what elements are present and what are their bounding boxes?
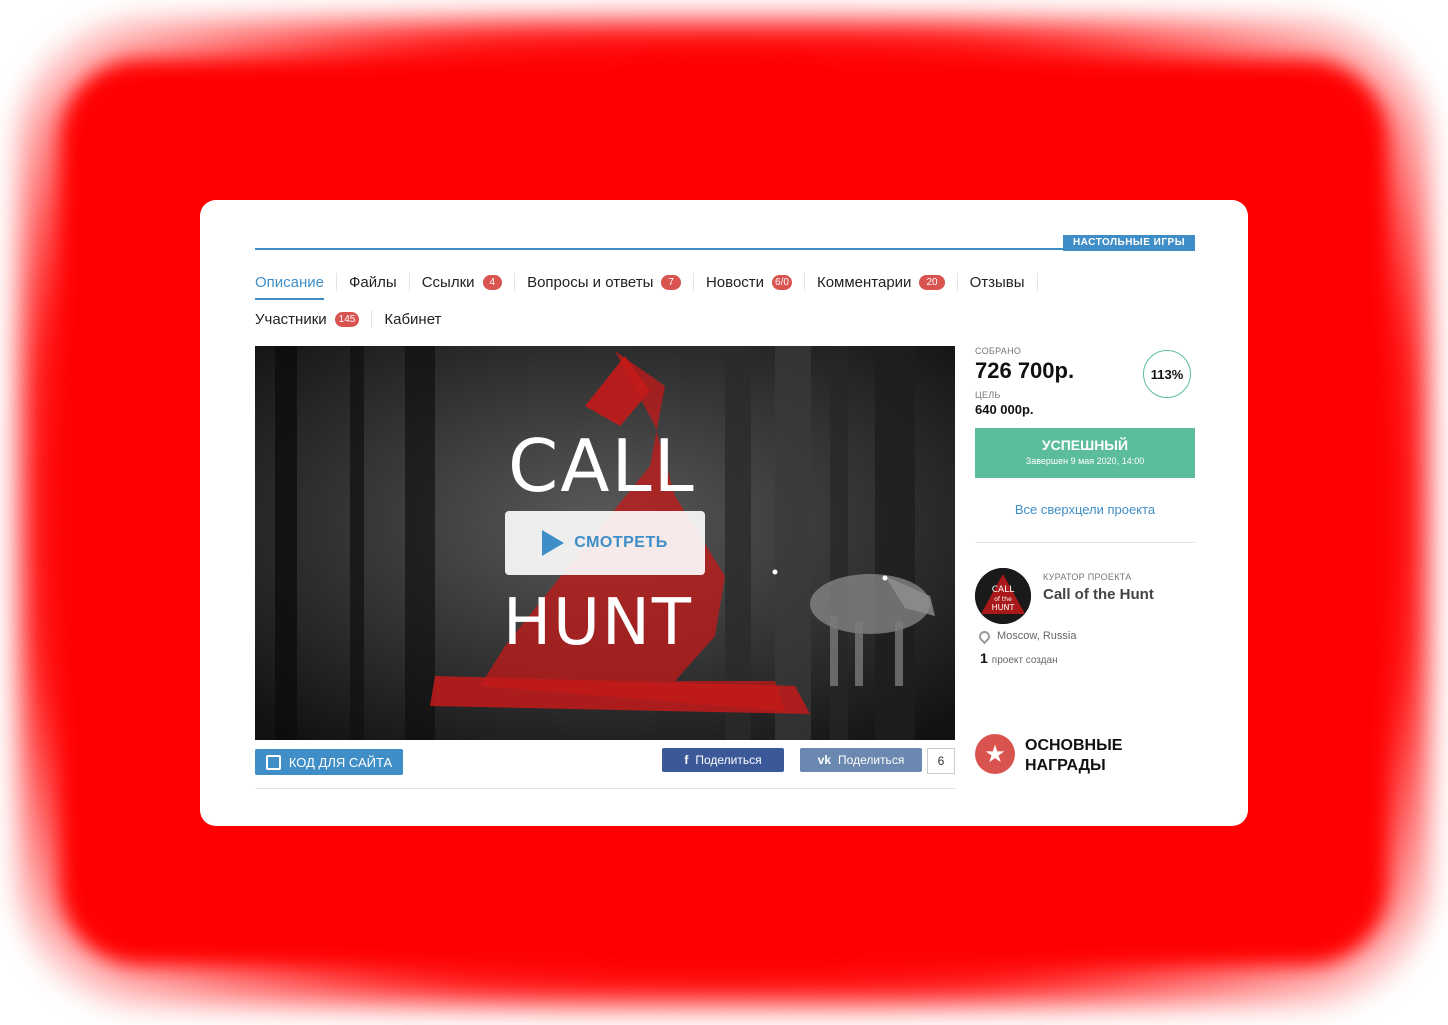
play-icon	[542, 530, 565, 556]
projects-label: проект создан	[991, 655, 1058, 666]
tabs-row-2: Участники 145 Кабинет	[255, 307, 1195, 331]
avatar-text-mid: of the	[994, 596, 1012, 603]
watch-button[interactable]: СМОТРЕТЬ	[505, 511, 705, 575]
location-pin-icon	[976, 628, 993, 644]
tab-label: Ссылки	[421, 273, 475, 291]
vk-share-button[interactable]: vk Поделиться	[800, 748, 922, 772]
count-badge: 6/0	[772, 274, 792, 290]
curator-projects: 1 проект создан	[980, 650, 1058, 666]
tab-label: Кабинет	[384, 310, 442, 328]
tab-label: Описание	[255, 273, 325, 291]
tab-label: Участники	[255, 310, 327, 328]
top-rule	[255, 248, 1195, 250]
fb-share-label: Поделиться	[695, 753, 762, 767]
curator-avatar[interactable]: CALL of the HUNT	[975, 568, 1031, 624]
category-tag[interactable]: НАСТОЛЬНЫЕ ИГРЫ	[1062, 235, 1195, 251]
divider	[975, 542, 1195, 543]
status-date: Завершен 9 мая 2020, 14:00	[1025, 456, 1145, 466]
video-title-top: CALL	[508, 424, 696, 508]
tab-label: Новости	[705, 273, 765, 291]
tab-label: Отзывы	[969, 273, 1025, 291]
status-label: УСПЕШНЫЙ	[1041, 437, 1129, 453]
tab-participants[interactable]: Участники 145	[255, 310, 373, 328]
curator-name[interactable]: Call of the Hunt	[1043, 586, 1154, 603]
tabs-row-1: Описание Файлы Ссылки 4 Вопросы и ответы 7…	[255, 270, 1195, 300]
vk-icon: vk	[817, 753, 832, 767]
tab-reviews[interactable]: Отзывы	[958, 273, 1038, 291]
embed-label: КОД ДЛЯ САЙТА	[288, 754, 393, 770]
avatar-text-top: CALL	[992, 585, 1014, 595]
curator-caption: КУРАТОР ПРОЕКТА	[1043, 572, 1132, 582]
funded-percent: 113%	[1143, 350, 1191, 398]
vk-share-label: Поделиться	[838, 753, 905, 767]
tab-links[interactable]: Ссылки 4	[410, 273, 516, 291]
funding-sidebar: СОБРАНО 726 700р. ЦЕЛЬ 640 000р. 113% УС…	[975, 346, 1195, 774]
share-external-icon	[265, 754, 281, 770]
embed-code-button[interactable]: КОД ДЛЯ САЙТА	[255, 749, 403, 775]
stretch-goals-link[interactable]: Все сверхцели проекта	[975, 502, 1195, 517]
count-badge: 20	[919, 274, 945, 290]
tab-label: Файлы	[349, 273, 397, 291]
curator-location: Moscow, Russia	[976, 628, 1077, 644]
watch-label: СМОТРЕТЬ	[574, 534, 668, 551]
video-title-bottom: HUNT	[503, 586, 693, 660]
avatar-logo: CALL of the HUNT	[975, 568, 1031, 624]
avatar-text-bottom: HUNT	[992, 603, 1015, 612]
project-tabs: Описание Файлы Ссылки 4 Вопросы и ответы 7…	[255, 270, 1195, 344]
count-badge: 7	[661, 274, 681, 290]
tab-files[interactable]: Файлы	[337, 273, 410, 291]
tab-label: Вопросы и ответы	[527, 273, 654, 291]
tab-news[interactable]: Новости 6/0	[694, 273, 805, 291]
count-badge: 145	[334, 311, 360, 327]
video-player[interactable]: CALL HUNT СМОТРЕТЬ	[255, 346, 955, 740]
tab-description[interactable]: Описание	[255, 273, 338, 300]
projects-count: 1	[980, 650, 988, 666]
facebook-icon: f	[684, 753, 689, 767]
status-badge: УСПЕШНЫЙ Завершен 9 мая 2020, 14:00	[975, 428, 1195, 478]
video-actions: КОД ДЛЯ САЙТА f Поделиться vk Поделиться…	[255, 748, 955, 789]
vk-share-count: 6	[927, 748, 955, 774]
tab-faq[interactable]: Вопросы и ответы 7	[515, 273, 694, 291]
project-card: НАСТОЛЬНЫЕ ИГРЫ Описание Файлы Ссылки 4 В…	[200, 200, 1248, 826]
location-text: Moscow, Russia	[997, 630, 1077, 642]
star-icon: ★	[975, 734, 1015, 774]
count-badge: 4	[482, 274, 503, 290]
tab-label: Комментарии	[816, 273, 912, 291]
tab-cabinet[interactable]: Кабинет	[372, 310, 453, 328]
goal-amount: 640 000р.	[975, 402, 1034, 417]
tab-comments[interactable]: Комментарии 20	[805, 273, 958, 291]
rewards-title: ОСНОВНЫЕ НАГРАДЫ	[1025, 737, 1123, 774]
facebook-share-button[interactable]: f Поделиться	[662, 748, 784, 772]
